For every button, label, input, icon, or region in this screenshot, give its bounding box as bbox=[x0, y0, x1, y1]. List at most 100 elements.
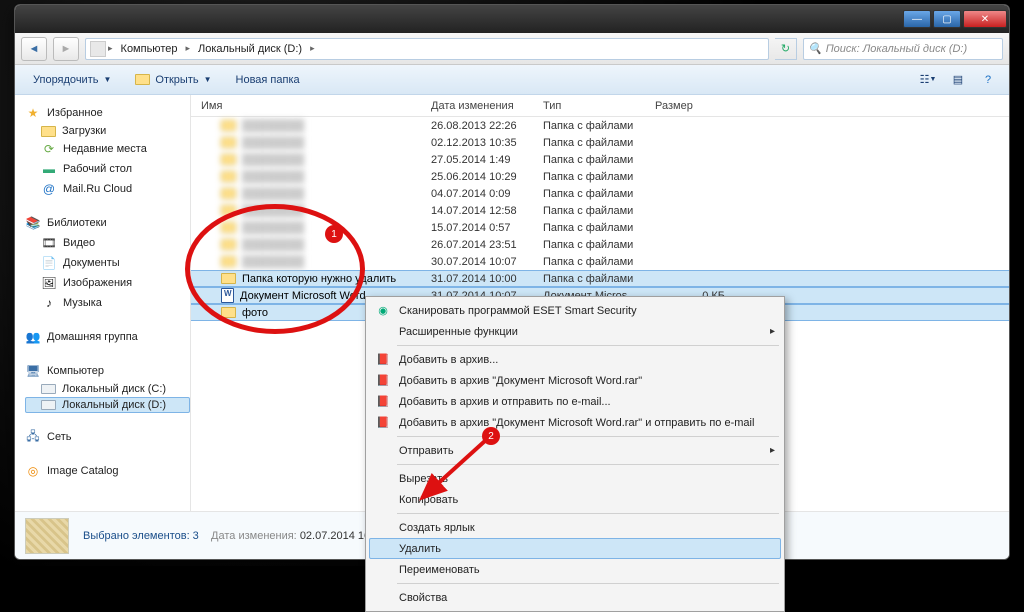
sidebar-item-drive-c[interactable]: Локальный диск (C:) bbox=[25, 381, 190, 397]
sidebar-computer[interactable]: 🖥Компьютер bbox=[25, 361, 190, 381]
view-options-button[interactable]: ☷▼ bbox=[915, 69, 941, 91]
search-input[interactable]: 🔍 Поиск: Локальный диск (D:) bbox=[803, 38, 1003, 60]
file-date: 27.05.2014 1:49 bbox=[431, 154, 543, 166]
folder-open-icon bbox=[135, 74, 150, 85]
close-button[interactable]: ✕ bbox=[963, 10, 1007, 28]
organize-button[interactable]: Упорядочить▼ bbox=[23, 69, 121, 91]
preview-pane-button[interactable]: ▤ bbox=[945, 69, 971, 91]
file-name: ████████ bbox=[242, 171, 304, 183]
menu-create-shortcut[interactable]: Создать ярлык bbox=[369, 517, 781, 538]
table-row[interactable]: ████████26.07.2014 23:51Папка с файлами bbox=[191, 236, 1009, 253]
sidebar-item-documents[interactable]: 📄Документы bbox=[25, 253, 190, 273]
column-size[interactable]: Размер bbox=[645, 100, 725, 112]
sidebar-item-mailru[interactable]: @Mail.Ru Cloud bbox=[25, 179, 190, 199]
menu-separator bbox=[397, 345, 779, 346]
computer-icon: 🖥 bbox=[25, 363, 41, 379]
column-name[interactable]: Имя bbox=[191, 100, 421, 112]
menu-cut[interactable]: Вырезать bbox=[369, 468, 781, 489]
column-headers: Имя Дата изменения Тип Размер bbox=[191, 95, 1009, 117]
archive-icon: 📕 bbox=[375, 352, 391, 368]
open-button[interactable]: Открыть▼ bbox=[125, 69, 221, 91]
sidebar-item-downloads[interactable]: Загрузки bbox=[25, 123, 190, 139]
menu-advanced[interactable]: Расширенные функции▸ bbox=[369, 321, 781, 342]
table-row[interactable]: ████████ 25.06.2014 10:29Папка с файлами bbox=[191, 168, 1009, 185]
sidebar-image-catalog[interactable]: ◎Image Catalog bbox=[25, 461, 190, 481]
recent-icon: ⟳ bbox=[41, 141, 57, 157]
sidebar-libraries[interactable]: 📚Библиотеки bbox=[25, 213, 190, 233]
sidebar-item-desktop[interactable]: ▬Рабочий стол bbox=[25, 159, 190, 179]
minimize-button[interactable]: — bbox=[903, 10, 931, 28]
help-button[interactable]: ? bbox=[975, 69, 1001, 91]
breadcrumb-drive-d[interactable]: Локальный диск (D:) bbox=[192, 39, 308, 59]
table-row[interactable]: ████████30.07.2014 10:07Папка с файлами bbox=[191, 253, 1009, 270]
file-type: Папка с файлами bbox=[543, 188, 655, 200]
column-date[interactable]: Дата изменения bbox=[421, 100, 533, 112]
menu-properties[interactable]: Свойства bbox=[369, 587, 781, 608]
titlebar[interactable]: — ▢ ✕ bbox=[15, 5, 1009, 33]
chevron-right-icon: ▸ bbox=[108, 43, 113, 54]
menu-send-to[interactable]: Отправить▸ bbox=[369, 440, 781, 461]
menu-add-archive-named[interactable]: 📕Добавить в архив "Документ Microsoft Wo… bbox=[369, 370, 781, 391]
table-row[interactable]: ████████14.07.2014 12:58Папка с файлами bbox=[191, 202, 1009, 219]
file-name: ████████ bbox=[242, 188, 304, 200]
menu-scan-eset[interactable]: ◉Сканировать программой ESET Smart Secur… bbox=[369, 300, 781, 321]
table-row[interactable]: ████████02.12.2013 10:35Папка с файлами bbox=[191, 134, 1009, 151]
folder-icon bbox=[221, 154, 236, 165]
file-name: ████████ bbox=[242, 256, 304, 268]
file-date: 31.07.2014 10:00 bbox=[431, 273, 543, 285]
sidebar-item-music[interactable]: ♪Музыка bbox=[25, 293, 190, 313]
table-row[interactable]: ████████ 04.07.2014 0:09Папка с файлами bbox=[191, 185, 1009, 202]
sidebar-homegroup[interactable]: 👥Домашняя группа bbox=[25, 327, 190, 347]
menu-separator bbox=[397, 513, 779, 514]
context-menu: ◉Сканировать программой ESET Smart Secur… bbox=[365, 296, 785, 612]
cloud-icon: @ bbox=[41, 181, 57, 197]
column-type[interactable]: Тип bbox=[533, 100, 645, 112]
sidebar-favorites[interactable]: ★Избранное bbox=[25, 103, 190, 123]
homegroup-icon: 👥 bbox=[25, 329, 41, 345]
status-selected: Выбрано элементов: 3 bbox=[83, 530, 199, 542]
new-folder-button[interactable]: Новая папка bbox=[226, 69, 310, 91]
file-type: Папка с файлами bbox=[543, 171, 655, 183]
breadcrumb[interactable]: ▸ Компьютер ▸ Локальный диск (D:) ▸ bbox=[85, 38, 769, 60]
file-date: 04.07.2014 0:09 bbox=[431, 188, 543, 200]
maximize-button[interactable]: ▢ bbox=[933, 10, 961, 28]
folder-icon bbox=[41, 126, 56, 137]
forward-button[interactable]: ► bbox=[53, 37, 79, 61]
desktop-icon: ▬ bbox=[41, 161, 57, 177]
sidebar-network[interactable]: 🖧Сеть bbox=[25, 427, 190, 447]
file-type: Папка с файлами bbox=[543, 222, 655, 234]
archive-icon: 📕 bbox=[375, 415, 391, 431]
sidebar-item-drive-d[interactable]: Локальный диск (D:) bbox=[25, 397, 190, 413]
table-row[interactable]: ████████27.05.2014 1:49Папка с файлами bbox=[191, 151, 1009, 168]
music-icon: ♪ bbox=[41, 295, 57, 311]
table-row[interactable]: ████████15.07.2014 0:57Папка с файлами bbox=[191, 219, 1009, 236]
refresh-button[interactable]: ↻ bbox=[775, 38, 797, 60]
menu-separator bbox=[397, 583, 779, 584]
folder-icon bbox=[221, 171, 236, 182]
menu-rename[interactable]: Переименовать bbox=[369, 559, 781, 580]
drive-icon bbox=[41, 384, 56, 394]
network-icon: 🖧 bbox=[25, 429, 41, 445]
menu-add-archive[interactable]: 📕Добавить в архив... bbox=[369, 349, 781, 370]
file-type: Папка с файлами bbox=[543, 137, 655, 149]
back-button[interactable]: ◄ bbox=[21, 37, 47, 61]
sidebar-item-pictures[interactable]: 🖼Изображения bbox=[25, 273, 190, 293]
file-type: Папка с файлами bbox=[543, 205, 655, 217]
file-date: 25.06.2014 10:29 bbox=[431, 171, 543, 183]
menu-add-email[interactable]: 📕Добавить в архив и отправить по e-mail.… bbox=[369, 391, 781, 412]
archive-icon: 📕 bbox=[375, 373, 391, 389]
menu-copy[interactable]: Копировать bbox=[369, 489, 781, 510]
breadcrumb-computer[interactable]: Компьютер bbox=[115, 39, 184, 59]
table-row[interactable]: ████████26.08.2013 22:26Папка с файлами bbox=[191, 117, 1009, 134]
menu-separator bbox=[397, 464, 779, 465]
file-type: Папка с файлами bbox=[543, 154, 655, 166]
sidebar-item-recent[interactable]: ⟳Недавние места bbox=[25, 139, 190, 159]
file-date: 02.12.2013 10:35 bbox=[431, 137, 543, 149]
sidebar-item-video[interactable]: 🎞Видео bbox=[25, 233, 190, 253]
documents-icon: 📄 bbox=[41, 255, 57, 271]
menu-add-named-email[interactable]: 📕Добавить в архив "Документ Microsoft Wo… bbox=[369, 412, 781, 433]
toolbar: Упорядочить▼ Открыть▼ Новая папка ☷▼ ▤ ? bbox=[15, 65, 1009, 95]
catalog-icon: ◎ bbox=[25, 463, 41, 479]
menu-delete[interactable]: Удалить bbox=[369, 538, 781, 559]
table-row[interactable]: Папка которую нужно удалить31.07.2014 10… bbox=[191, 270, 1009, 287]
